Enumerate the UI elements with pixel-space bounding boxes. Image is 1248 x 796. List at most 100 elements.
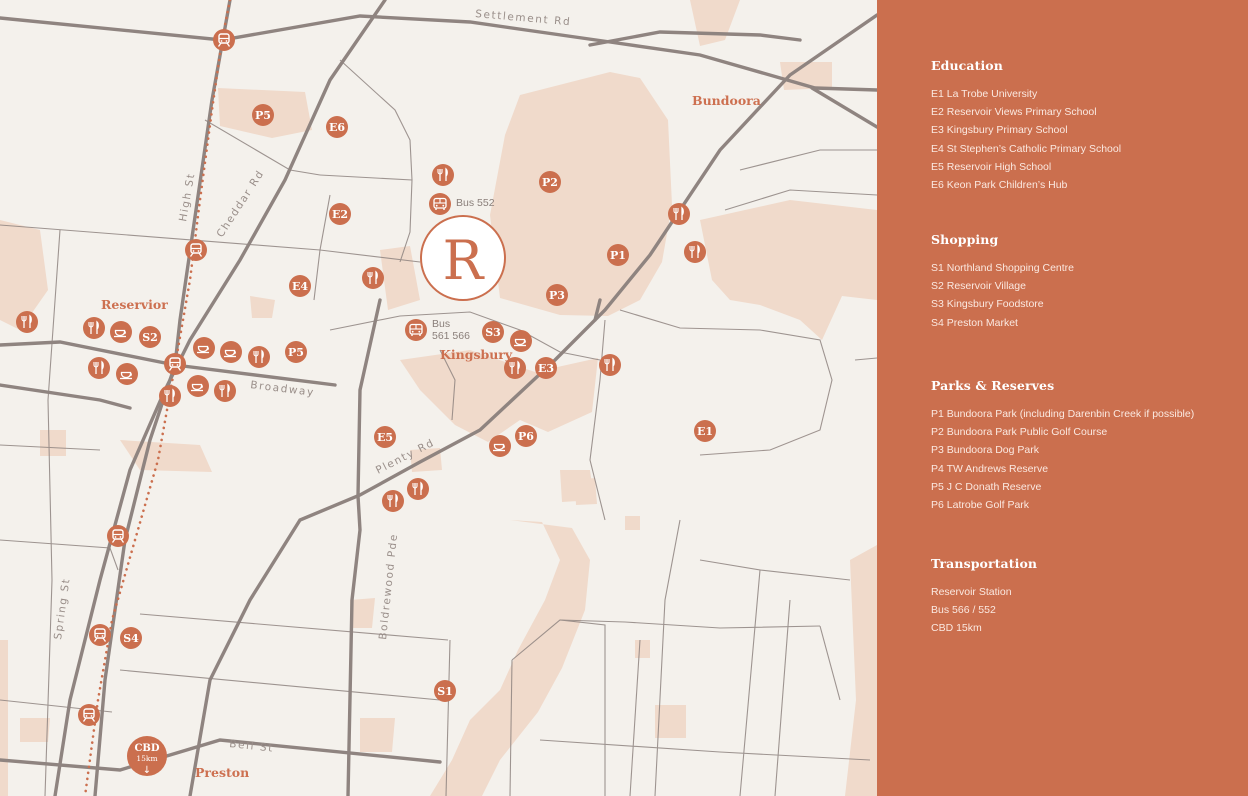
road-settlement <box>0 14 877 92</box>
legend-item: S4 Preston Market <box>931 316 1018 329</box>
restaurant-icon[interactable] <box>668 203 690 225</box>
restaurant-icon[interactable] <box>432 164 454 186</box>
restaurant-icon[interactable] <box>214 380 236 402</box>
restaurant-icon[interactable] <box>159 385 181 407</box>
cbd-label: CBD <box>134 743 159 754</box>
train-station-icon[interactable] <box>213 29 235 51</box>
restaurant-icon[interactable] <box>684 241 706 263</box>
legend-item: P4 TW Andrews Reserve <box>931 462 1049 475</box>
train-station-icon[interactable] <box>78 704 100 726</box>
cafe-icon[interactable] <box>187 375 209 397</box>
restaurant-icon[interactable] <box>599 354 621 376</box>
restaurant-icon[interactable] <box>382 490 404 512</box>
legend-item: Bus 566 / 552 <box>931 604 996 617</box>
train-station-icon[interactable] <box>107 525 129 547</box>
park-kingsbury <box>400 350 598 442</box>
svg-text:E4: E4 <box>292 280 308 293</box>
bus-561-label-line2: 561 566 <box>432 330 470 342</box>
bus-552-label: Bus 552 <box>456 197 495 209</box>
road-label-bell: Bell St <box>229 738 275 755</box>
marker-s1[interactable]: S1 <box>434 680 456 702</box>
legend-item: P3 Bundoora Dog Park <box>931 444 1039 457</box>
legend-title-education: Education <box>931 58 1003 73</box>
development-logo[interactable]: R <box>420 215 506 301</box>
legend-item: E3 Kingsbury Primary School <box>931 124 1068 137</box>
marker-s2[interactable]: S2 <box>139 326 161 348</box>
marker-e4[interactable]: E4 <box>289 275 311 297</box>
train-station-icon[interactable] <box>185 239 207 261</box>
train-station-icon[interactable] <box>164 353 186 375</box>
svg-text:S4: S4 <box>123 632 139 645</box>
suburb-bundoora: Bundoora <box>692 93 761 108</box>
marker-e3[interactable]: E3 <box>535 357 557 379</box>
suburb-kingsbury: Kingsbury <box>440 347 513 362</box>
cafe-icon[interactable] <box>193 337 215 359</box>
road-label-boldrewood: Boldrewood Pde <box>377 533 400 641</box>
marker-p3[interactable]: P3 <box>546 284 568 306</box>
legend-item: S2 Reservoir Village <box>931 280 1026 293</box>
park-bundoora <box>490 72 672 316</box>
svg-text:P2: P2 <box>542 176 558 189</box>
train-station-icon[interactable] <box>89 624 111 646</box>
svg-text:P5: P5 <box>288 346 304 359</box>
restaurant-icon[interactable] <box>407 478 429 500</box>
restaurant-icon[interactable] <box>248 346 270 368</box>
restaurant-icon[interactable] <box>362 267 384 289</box>
suburb-preston: Preston <box>195 765 249 780</box>
marker-s4[interactable]: S4 <box>120 627 142 649</box>
svg-text:E5: E5 <box>377 431 393 444</box>
marker-p5-south[interactable]: P5 <box>285 341 307 363</box>
legend-section-shopping: Shopping S1 Northland Shopping Centre S2… <box>931 232 1241 332</box>
svg-text:P5: P5 <box>255 109 271 122</box>
cafe-icon[interactable] <box>510 330 532 352</box>
marker-e6[interactable]: E6 <box>326 116 348 138</box>
legend-section-education: Education E1 La Trobe University E2 Rese… <box>931 58 1241 194</box>
svg-text:S3: S3 <box>485 326 501 339</box>
bus-561-label-line1: Bus <box>432 318 450 330</box>
bus-icon[interactable] <box>405 319 427 341</box>
restaurant-icon[interactable] <box>83 317 105 339</box>
park-areas <box>0 0 877 796</box>
marker-p1[interactable]: P1 <box>607 244 629 266</box>
marker-e2[interactable]: E2 <box>329 203 351 225</box>
road-label-spring: Spring St <box>52 577 73 640</box>
suburb-reservior: Reservior <box>101 297 168 312</box>
marker-p6[interactable]: P6 <box>515 425 537 447</box>
cafe-icon[interactable] <box>116 363 138 385</box>
bus-icon[interactable] <box>429 193 451 215</box>
legend-item: E5 Reservoir High School <box>931 160 1052 173</box>
map-area[interactable]: Settlement Rd High St Cheddar Rd Broadwa… <box>0 0 877 796</box>
cafe-icon[interactable] <box>220 341 242 363</box>
marker-s3[interactable]: S3 <box>482 321 504 343</box>
legend-item: P1 Bundoora Park (including Darenbin Cre… <box>931 408 1195 420</box>
legend-item: E4 St Stephen’s Catholic Primary School <box>931 142 1122 155</box>
legend-title-shopping: Shopping <box>931 232 999 247</box>
logo-letter: R <box>443 229 485 292</box>
legend-item: E2 Reservoir Views Primary School <box>931 106 1097 119</box>
restaurant-icon[interactable] <box>504 357 526 379</box>
marker-e5[interactable]: E5 <box>374 426 396 448</box>
restaurant-icon[interactable] <box>16 311 38 333</box>
legend-title-parks: Parks & Reserves <box>931 378 1055 393</box>
marker-p2[interactable]: P2 <box>539 171 561 193</box>
legend-item: S3 Kingsbury Foodstore <box>931 298 1044 311</box>
svg-text:P1: P1 <box>610 249 626 262</box>
marker-p5-north[interactable]: P5 <box>252 104 274 126</box>
restaurant-icon[interactable] <box>88 357 110 379</box>
legend-item: P6 Latrobe Golf Park <box>931 499 1030 512</box>
svg-text:S1: S1 <box>437 685 453 698</box>
legend-item: E1 La Trobe University <box>931 88 1038 100</box>
cafe-icon[interactable] <box>489 435 511 457</box>
park-se <box>845 545 877 796</box>
park-misc <box>0 0 832 796</box>
svg-text:E6: E6 <box>329 121 345 134</box>
legend-item: P5 J C Donath Reserve <box>931 480 1042 493</box>
cafe-icon[interactable] <box>110 321 132 343</box>
map-canvas[interactable]: Settlement Rd High St Cheddar Rd Broadwa… <box>0 0 877 796</box>
legend-section-parks: Parks & Reserves P1 Bundoora Park (inclu… <box>931 378 1241 514</box>
legend-item: P2 Bundoora Park Public Golf Course <box>931 426 1108 439</box>
cbd-marker[interactable]: CBD 15km ↓ <box>127 736 167 776</box>
road-spring <box>0 383 132 410</box>
svg-text:P3: P3 <box>549 289 565 302</box>
marker-e1[interactable]: E1 <box>694 420 716 442</box>
